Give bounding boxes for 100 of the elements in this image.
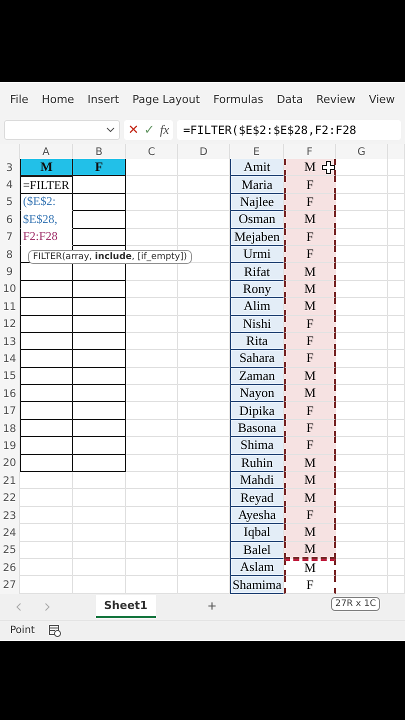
table-cell: Shamima	[230, 576, 284, 594]
table-cell: M	[284, 263, 336, 281]
row-number[interactable]: 21	[0, 472, 20, 490]
table-cell: M	[284, 454, 336, 472]
row-number[interactable]: 6	[0, 211, 20, 229]
table-cell: Shima	[230, 437, 284, 455]
table-cell: M	[284, 524, 336, 542]
table-cell: Basona	[230, 420, 284, 438]
header-cell: F	[73, 159, 126, 176]
row-number[interactable]: 13	[0, 332, 20, 350]
table-cell: M	[284, 298, 336, 316]
row-number[interactable]: 20	[0, 454, 20, 472]
table-cell: M	[284, 542, 336, 559]
chevron-left-icon[interactable]	[14, 602, 24, 612]
sheet-tab[interactable]: Sheet1	[96, 595, 156, 618]
row-number[interactable]: 14	[0, 350, 20, 368]
row-number[interactable]: 26	[0, 558, 20, 576]
table-cell: M	[284, 280, 336, 298]
table-cell: Rony	[230, 280, 284, 298]
row-number[interactable]: 3	[0, 159, 20, 176]
selection-size-tooltip: 27R x 1C	[331, 596, 380, 611]
table-cell: F	[284, 506, 336, 524]
chevron-right-icon[interactable]	[42, 602, 52, 612]
row-number[interactable]: 27	[0, 576, 20, 594]
header-cell: M	[20, 159, 73, 176]
table-cell: Nayon	[230, 385, 284, 402]
table-cell: Zaman	[230, 368, 284, 386]
table-cell: M	[284, 558, 336, 576]
table-cell: M	[284, 472, 336, 490]
name-box[interactable]	[4, 120, 120, 140]
table-cell: M	[284, 159, 336, 176]
table-cell: F	[284, 402, 336, 420]
table-cell: F	[284, 316, 336, 333]
row-number[interactable]: 15	[0, 368, 20, 386]
table-cell: Ayesha	[230, 506, 284, 524]
column-header[interactable]: E	[230, 144, 284, 159]
table-cell: Aslam	[230, 558, 284, 576]
table-cell: M	[284, 211, 336, 229]
ribbon-tab[interactable]: View	[364, 92, 399, 106]
table-cell: M	[284, 385, 336, 402]
row-number[interactable]: 22	[0, 489, 20, 507]
row-number[interactable]: 17	[0, 402, 20, 420]
ribbon-tab[interactable]: Home	[38, 92, 78, 106]
row-number[interactable]: 23	[0, 506, 20, 524]
chevron-down-icon	[106, 127, 115, 133]
row-number[interactable]: 7	[0, 228, 20, 246]
row-number[interactable]: 8	[0, 246, 20, 264]
column-header[interactable]: C	[126, 144, 178, 159]
ribbon-tab[interactable]: Review	[312, 92, 360, 106]
status-text: Point	[10, 625, 35, 636]
column-header[interactable]	[388, 144, 405, 159]
table-cell: M	[284, 368, 336, 386]
formula-field[interactable]: =FILTER($E$2:$E$28,F2:F28	[177, 120, 401, 140]
table-cell: Ruhin	[230, 454, 284, 472]
table-cell: Osman	[230, 211, 284, 229]
table-cell: Reyad	[230, 489, 284, 507]
table-cell: Urmi	[230, 246, 284, 264]
row-number[interactable]: 24	[0, 524, 20, 542]
table-cell: Amit	[230, 159, 284, 176]
row-number[interactable]: 5	[0, 194, 20, 212]
ribbon-tab[interactable]: Page Layout	[128, 92, 204, 106]
table-cell: F	[284, 246, 336, 264]
row-number[interactable]: 9	[0, 263, 20, 281]
table-cell: F	[284, 350, 336, 368]
ribbon-tab[interactable]: Insert	[84, 92, 124, 106]
cancel-button[interactable]: ✕	[128, 122, 139, 138]
row-number[interactable]: 10	[0, 280, 20, 298]
ribbon-tab[interactable]: Formulas	[209, 92, 268, 106]
row-number[interactable]: 19	[0, 437, 20, 455]
row-number[interactable]: 11	[0, 298, 20, 316]
row-number[interactable]: 4	[0, 176, 20, 194]
function-tooltip: FILTER(array, include, [if_empty])	[28, 250, 192, 264]
accessibility-icon[interactable]	[48, 624, 61, 637]
column-header[interactable]: G	[336, 144, 388, 159]
row-number[interactable]: 25	[0, 542, 20, 559]
row-number[interactable]: 12	[0, 316, 20, 333]
table-cell: F	[284, 194, 336, 212]
table-cell: F	[284, 176, 336, 194]
column-header[interactable]: B	[73, 144, 126, 159]
table-cell: Iqbal	[230, 524, 284, 542]
table-cell: Mejaben	[230, 228, 284, 246]
insert-function-button[interactable]: fx	[160, 122, 170, 138]
table-cell: Balel	[230, 542, 284, 559]
table-cell: Najlee	[230, 194, 284, 212]
table-cell: Alim	[230, 298, 284, 316]
column-header[interactable]: A	[20, 144, 73, 159]
table-cell: F	[284, 437, 336, 455]
table-cell: M	[284, 489, 336, 507]
table-cell: F	[284, 420, 336, 438]
cursor-icon	[322, 161, 335, 174]
add-sheet-button[interactable]: +	[204, 598, 220, 616]
table-cell: Rita	[230, 332, 284, 350]
row-number[interactable]: 16	[0, 385, 20, 402]
row-number[interactable]: 18	[0, 420, 20, 438]
ribbon-tab[interactable]: Data	[272, 92, 307, 106]
table-cell: F	[284, 576, 336, 594]
ribbon-tab[interactable]: File	[6, 92, 32, 106]
column-header[interactable]: F	[284, 144, 336, 159]
table-cell: Rifat	[230, 263, 284, 281]
column-header[interactable]: D	[178, 144, 230, 159]
